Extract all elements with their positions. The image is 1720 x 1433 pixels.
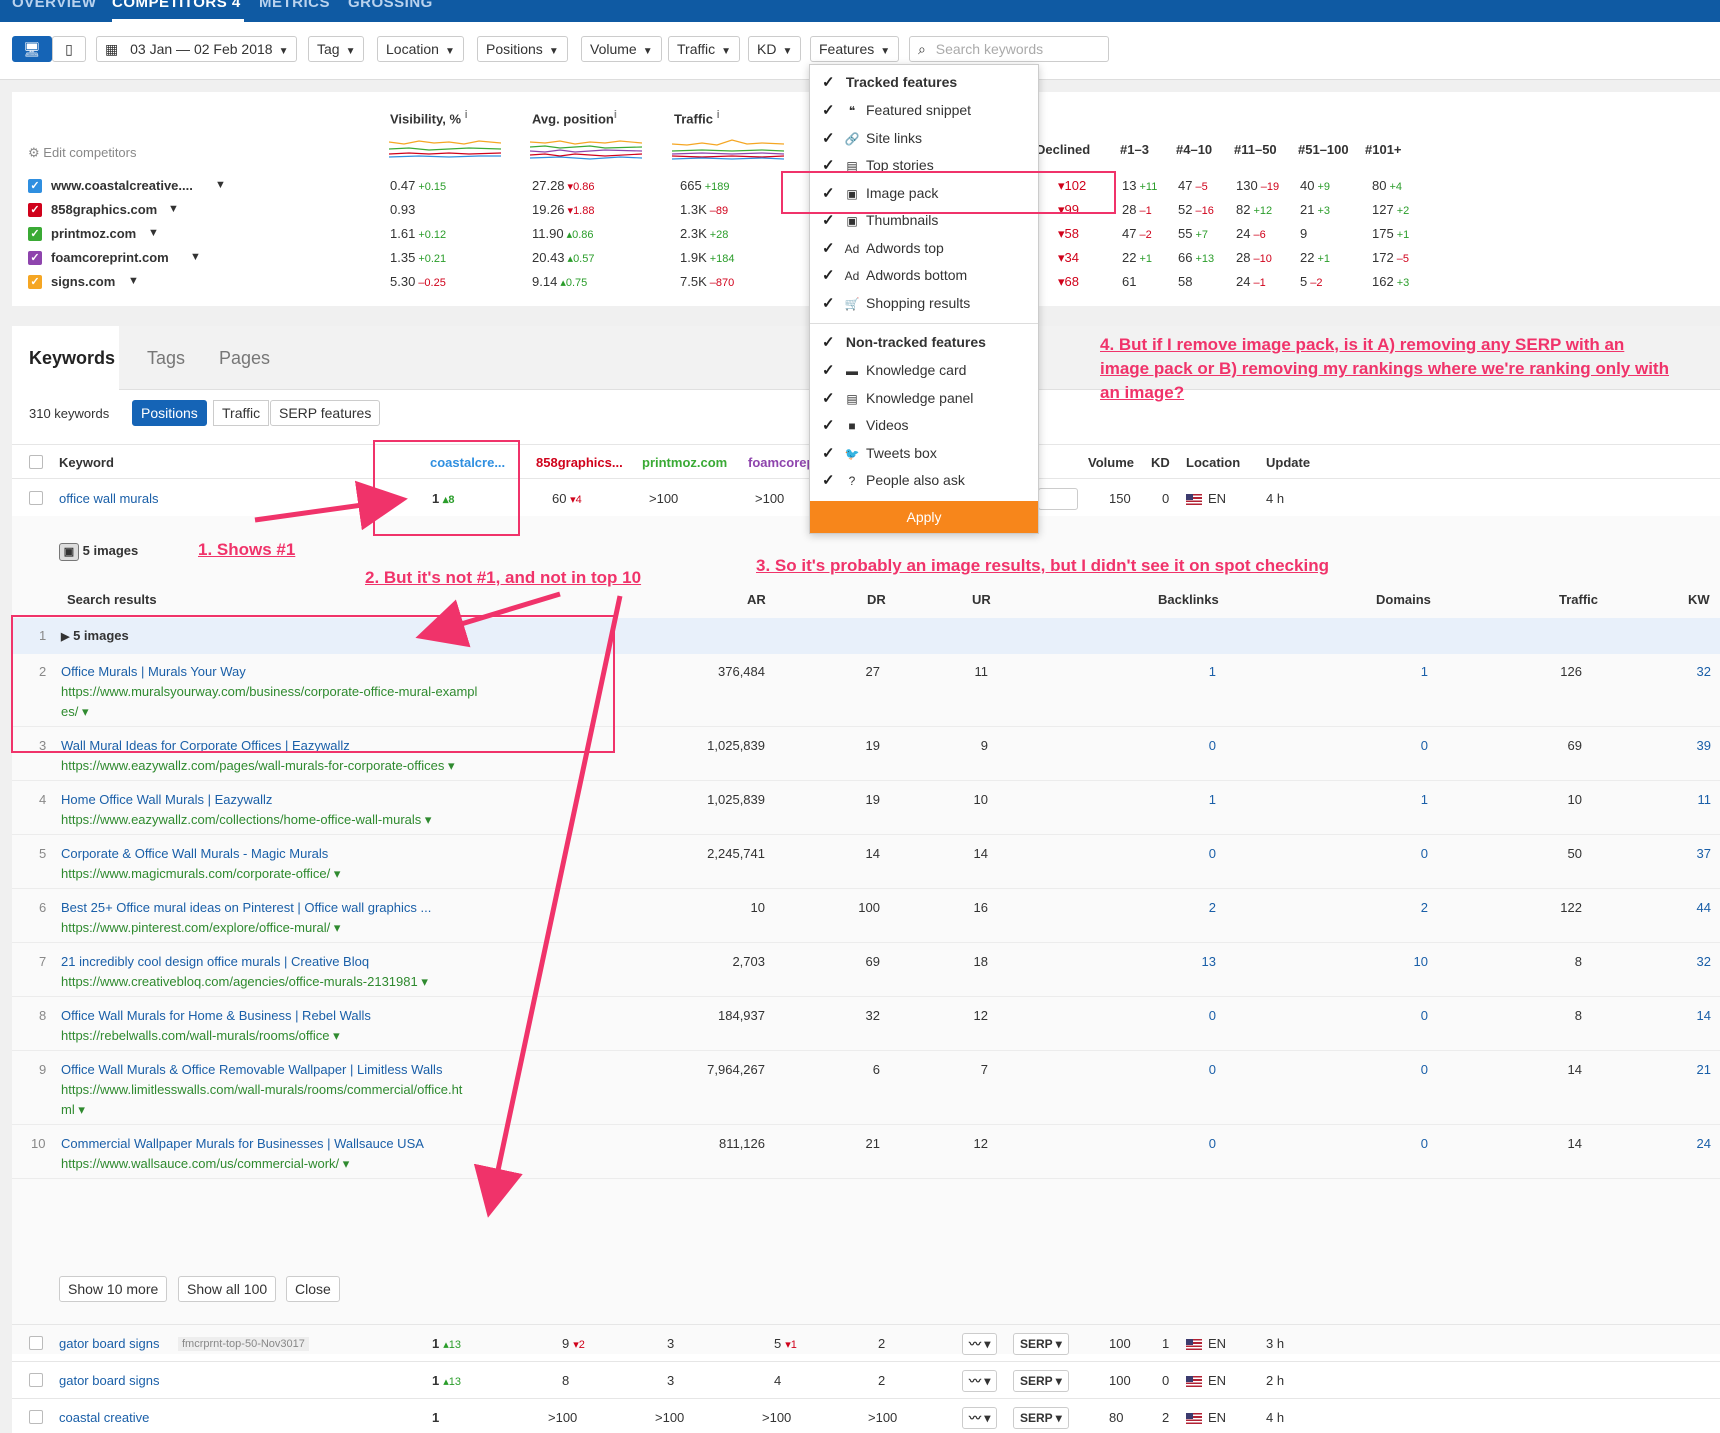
arrow-1 (254, 480, 408, 531)
arrow-3 (473, 595, 623, 1218)
arrow-2 (415, 591, 561, 648)
annotation-arrows (254, 480, 623, 1218)
